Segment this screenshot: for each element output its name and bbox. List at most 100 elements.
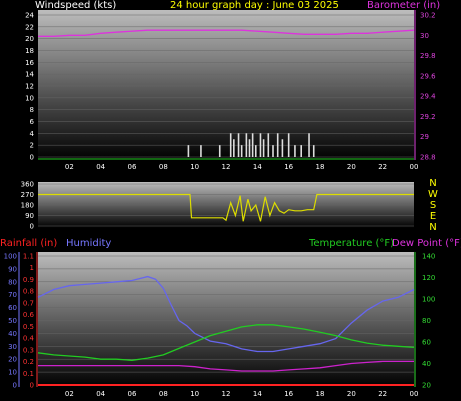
barometer-label: Barometer (in) xyxy=(367,0,440,11)
compass-label: E xyxy=(430,211,436,222)
x-tick-label: 18 xyxy=(316,390,325,398)
y-tick-label: 6 xyxy=(30,118,35,126)
x-tick-label: 04 xyxy=(96,390,105,398)
y-tick-label: 60 xyxy=(422,339,431,347)
y-tick-label: 29.6 xyxy=(420,72,436,80)
y-tick-label: 0 xyxy=(13,382,17,390)
compass-label: S xyxy=(430,200,436,211)
x-tick-label: 10 xyxy=(190,390,199,398)
x-tick-label: 00 xyxy=(410,390,419,398)
y-tick-label: 10 xyxy=(25,94,34,102)
temperature-label: Temperature (°F) xyxy=(308,238,394,249)
y-tick-label: 29.4 xyxy=(420,93,436,101)
y-tick-label: 29 xyxy=(420,133,429,141)
y-tick-label: 10 xyxy=(8,369,17,377)
rainfall-axis: 0 0.1 0.2 0.3 0.4 0.5 0.6 0.7 0.8 0.9 1 1.1 xyxy=(23,252,38,390)
x-tick-label: 02 xyxy=(65,390,74,398)
y-tick-label: 30 xyxy=(8,343,17,351)
x-tick-label: 16 xyxy=(284,163,293,171)
x-tick-label: 20 xyxy=(347,163,356,171)
x-tick-label: 02 xyxy=(65,163,74,171)
y-tick-label: 60 xyxy=(8,304,17,312)
wind-baro-plot-area xyxy=(38,10,414,160)
y-tick-label: 0.3 xyxy=(23,346,34,354)
y-tick-label: 12 xyxy=(25,83,34,91)
y-tick-label: 1.1 xyxy=(23,253,34,261)
y-tick-label: 29.8 xyxy=(420,52,436,60)
humidity-axis: 0 10 20 30 40 50 60 70 80 90 100 xyxy=(4,252,20,390)
y-tick-label: 140 xyxy=(422,253,435,261)
x-tick-label: 16 xyxy=(284,390,293,398)
y-tick-label: 0.7 xyxy=(23,299,34,307)
y-tick-label: 8 xyxy=(30,106,34,114)
y-tick-label: 22 xyxy=(25,23,34,31)
y-tick-label: 0.2 xyxy=(23,358,34,366)
y-tick-label: 28.8 xyxy=(420,154,436,162)
x-tick-label: 22 xyxy=(378,163,387,171)
x-tick-label: 04 xyxy=(96,163,105,171)
weather-graph: Windspeed (kts) 24 hour graph day : June… xyxy=(0,0,461,398)
y-tick-label: 0.4 xyxy=(23,335,35,343)
graph-day-label: 24 hour graph day : June 03 2025 xyxy=(170,0,339,11)
y-tick-label: 0 xyxy=(30,154,34,162)
rain-humidity-plot-area xyxy=(38,252,414,387)
y-tick-label: 0.5 xyxy=(23,323,34,331)
x-tick-label: 22 xyxy=(378,390,387,398)
y-tick-label: 70 xyxy=(8,291,17,299)
time-axis-bottom: 02 04 06 08 10 12 14 16 18 20 22 00 xyxy=(65,390,419,398)
x-tick-label: 10 xyxy=(190,163,199,171)
x-tick-label: 06 xyxy=(128,163,137,171)
y-tick-label: 0.8 xyxy=(23,288,34,296)
y-tick-label: 180 xyxy=(21,202,34,210)
y-tick-label: 29.2 xyxy=(420,113,436,121)
y-tick-label: 270 xyxy=(21,191,34,199)
y-tick-label: 30 xyxy=(420,32,429,40)
compass-axis: NWSEN xyxy=(428,178,438,233)
compass-label: N xyxy=(429,222,436,233)
x-tick-label: 18 xyxy=(316,163,325,171)
direction-degree-axis: 0 90 180 270 360 xyxy=(21,181,34,231)
time-axis-top: 02 04 06 08 10 12 14 16 18 20 22 00 xyxy=(38,158,419,171)
y-tick-label: 24 xyxy=(25,12,34,20)
x-tick-label: 06 xyxy=(128,390,137,398)
y-tick-label: 0.6 xyxy=(23,311,35,319)
y-tick-label: 0 xyxy=(30,223,34,231)
dewpoint-label: Dew Point (°F) xyxy=(392,238,461,249)
x-tick-label: 08 xyxy=(159,390,168,398)
y-tick-label: 0.1 xyxy=(23,370,34,378)
x-tick-label: 14 xyxy=(253,390,262,398)
y-tick-label: 80 xyxy=(422,317,431,325)
y-tick-label: 40 xyxy=(422,360,431,368)
y-tick-label: 0.9 xyxy=(23,276,34,284)
y-tick-label: 2 xyxy=(30,142,34,150)
y-tick-label: 40 xyxy=(8,330,17,338)
y-tick-label: 1 xyxy=(30,264,34,272)
humidity-label: Humidity xyxy=(66,238,111,249)
y-tick-label: 100 xyxy=(4,253,17,261)
x-tick-label: 00 xyxy=(410,163,419,171)
temperature-axis: 20 40 60 80 100 120 140 xyxy=(414,252,435,390)
windspeed-axis: 024681012141618202224 xyxy=(25,12,34,162)
y-tick-label: 90 xyxy=(25,212,34,220)
barometer-axis: 28.8 29 29.2 29.4 29.6 29.8 30 30.2 xyxy=(414,10,436,162)
x-tick-label: 08 xyxy=(159,163,168,171)
x-tick-label: 20 xyxy=(347,390,356,398)
y-tick-label: 90 xyxy=(8,265,17,273)
y-tick-label: 4 xyxy=(30,130,35,138)
y-tick-label: 20 xyxy=(422,382,431,390)
y-tick-label: 50 xyxy=(8,317,17,325)
y-tick-label: 20 xyxy=(25,35,34,43)
y-tick-label: 360 xyxy=(21,181,34,189)
y-tick-label: 18 xyxy=(25,47,34,55)
windspeed-label: Windspeed (kts) xyxy=(35,0,116,11)
x-tick-label: 14 xyxy=(253,163,262,171)
y-tick-label: 20 xyxy=(8,356,17,364)
y-tick-label: 30.2 xyxy=(420,12,436,20)
y-tick-label: 14 xyxy=(25,71,34,79)
y-tick-label: 120 xyxy=(422,274,435,282)
y-tick-label: 16 xyxy=(25,59,34,67)
compass-label: W xyxy=(428,189,438,200)
x-tick-label: 12 xyxy=(222,163,231,171)
compass-label: N xyxy=(429,178,436,189)
x-tick-label: 12 xyxy=(222,390,231,398)
